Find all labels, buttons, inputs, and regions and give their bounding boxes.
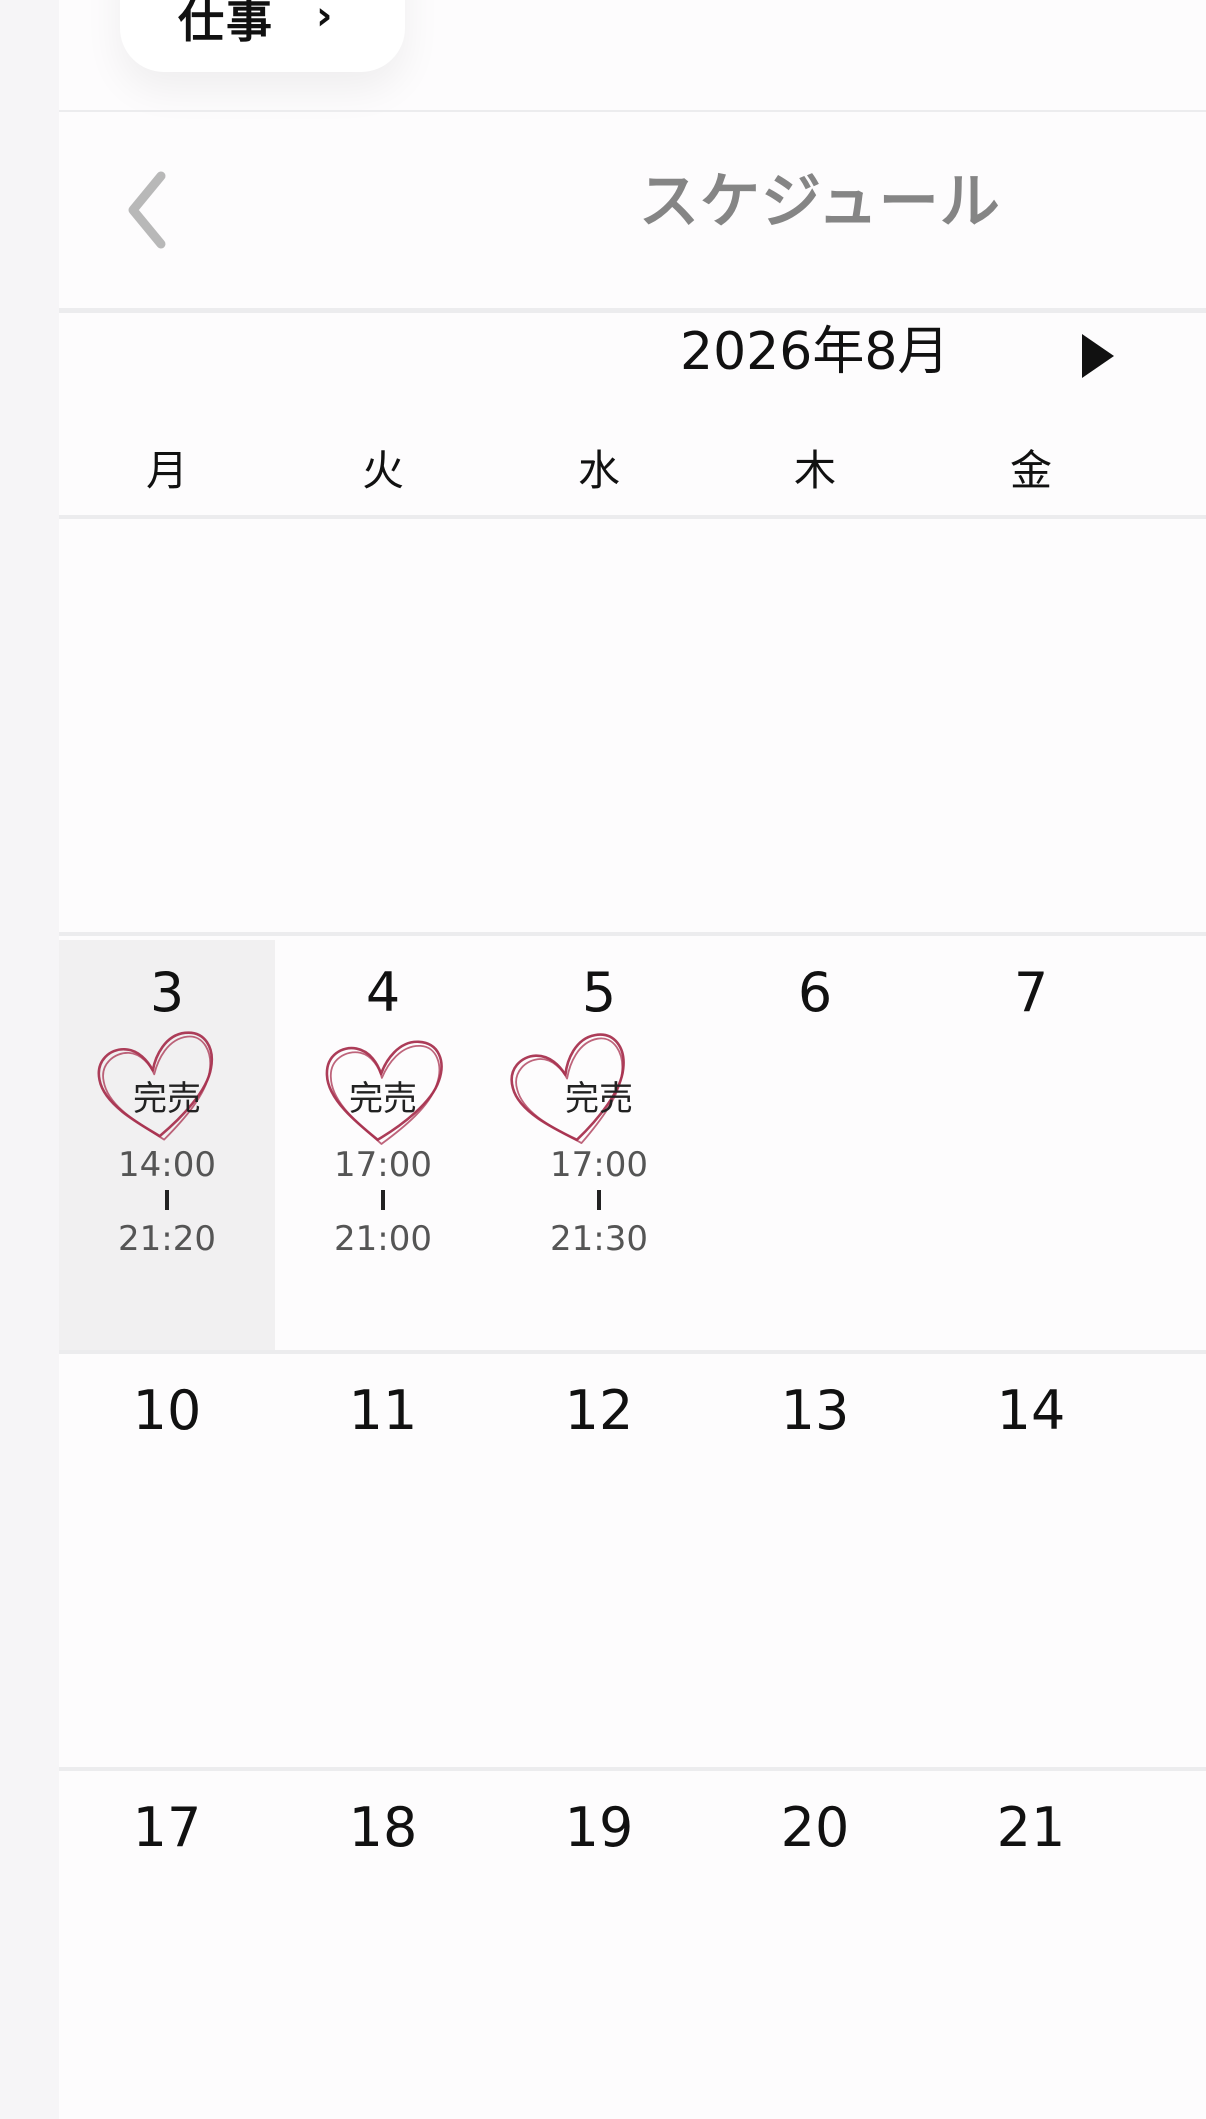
chevron-right-icon: › [316, 0, 333, 39]
day-number: 10 [132, 1379, 202, 1442]
week-divider [59, 932, 1206, 936]
day-number: 20 [780, 1796, 850, 1859]
chevron-left-icon [128, 171, 166, 249]
weekday-label: 火 [361, 446, 404, 495]
calendar-day-cell[interactable]: 11 [275, 1358, 491, 1767]
day-number: 5 [581, 961, 617, 1024]
play-triangle-icon [1082, 334, 1114, 378]
calendar-day-cell[interactable]: 6 [707, 940, 923, 1350]
calendar-day-cell[interactable]: 12 [491, 1358, 707, 1767]
back-button[interactable] [109, 160, 189, 260]
day-number: 17 [132, 1796, 202, 1859]
page-title: スケジュール [639, 167, 1001, 237]
calendar-day-cell[interactable]: 20 [707, 1775, 923, 2119]
week-divider [59, 1350, 1206, 1354]
time-separator [597, 1190, 601, 1210]
calendar-day-cell[interactable]: 17 [59, 1775, 275, 2119]
time-separator [381, 1190, 385, 1210]
day-number: 19 [564, 1796, 634, 1859]
shift-event[interactable]: 完売 17:00 21:00 [275, 1024, 491, 1256]
header-divider [59, 308, 1206, 313]
weekday-label: 木 [793, 446, 836, 495]
weekday-divider [59, 515, 1206, 519]
month-label: 2026年8月 [680, 322, 950, 382]
start-time: 14:00 [118, 1145, 216, 1185]
day-number: 7 [1013, 961, 1049, 1024]
calendar-day-cell[interactable]: 19 [491, 1775, 707, 2119]
day-number: 18 [348, 1796, 418, 1859]
end-time: 21:30 [550, 1219, 648, 1259]
day-number: 13 [780, 1379, 850, 1442]
day-number: 6 [797, 961, 833, 1024]
day-number: 21 [996, 1796, 1066, 1859]
work-tab-button[interactable]: 仕事 › [120, 0, 405, 72]
weekday-label: 水 [577, 446, 620, 495]
calendar-day-cell[interactable]: 3 完売 14:00 21:20 [59, 940, 275, 1350]
calendar-day-cell[interactable]: 13 [707, 1358, 923, 1767]
day-number: 12 [564, 1379, 634, 1442]
calendar-day-cell[interactable]: 14 [923, 1358, 1139, 1767]
work-tab-label: 仕事 [178, 0, 274, 48]
next-month-button[interactable] [1078, 332, 1118, 380]
calendar-day-cell[interactable]: 21 [923, 1775, 1139, 2119]
calendar-day-cell[interactable]: 5 完売 17:00 21:30 [491, 940, 707, 1350]
left-gutter [0, 0, 59, 2119]
sold-out-label: 完売 [133, 1079, 201, 1119]
sold-out-label: 完売 [349, 1079, 417, 1119]
time-separator [165, 1190, 169, 1210]
shift-event[interactable]: 完売 17:00 21:30 [491, 1024, 707, 1256]
sold-out-label: 完売 [565, 1079, 633, 1119]
start-time: 17:00 [334, 1145, 432, 1185]
app-header: スケジュール [59, 112, 1206, 308]
weekday-label: 金 [1009, 446, 1052, 495]
calendar-day-cell[interactable]: 10 [59, 1358, 275, 1767]
day-number: 4 [365, 961, 401, 1024]
day-number: 3 [149, 961, 185, 1024]
calendar-day-cell[interactable]: 18 [275, 1775, 491, 2119]
shift-event[interactable]: 完売 14:00 21:20 [59, 1024, 275, 1256]
start-time: 17:00 [550, 1145, 648, 1185]
calendar-day-cell[interactable]: 7 [923, 940, 1139, 1350]
calendar-day-cell[interactable]: 4 完売 17:00 21:00 [275, 940, 491, 1350]
day-number: 14 [996, 1379, 1066, 1442]
end-time: 21:00 [334, 1219, 432, 1259]
end-time: 21:20 [118, 1219, 216, 1259]
day-number: 11 [348, 1379, 418, 1442]
weekday-label: 月 [145, 446, 188, 495]
week-divider [59, 1767, 1206, 1771]
